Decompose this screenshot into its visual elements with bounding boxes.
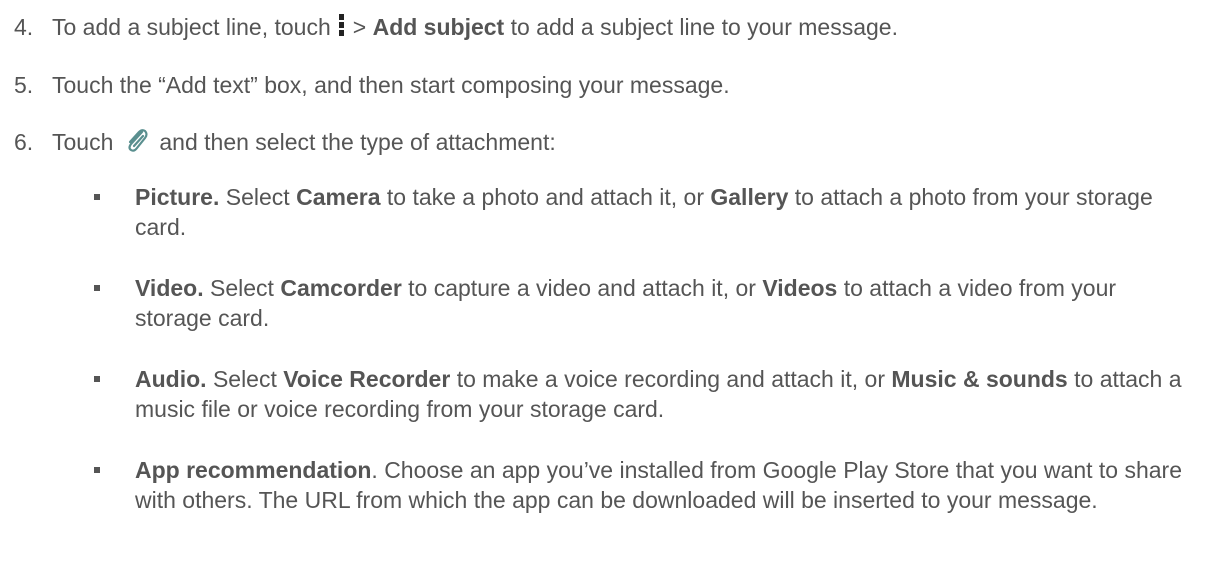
camera-label: Camera [296,184,381,210]
bullet-text: to capture a video and attach it, or [408,275,756,301]
step-text-continued: and then select the type of attachment: [159,129,556,155]
bullet-text: to take a photo and attach it, or [386,184,704,210]
step-text: Touch [52,129,114,155]
step-text-continued: to add a subject line to your message. [510,14,898,40]
step-number: 6. [14,129,34,155]
bullet-marker [94,273,108,303]
voice-recorder-label: Voice Recorder [283,366,451,392]
step-5: 5. Touch the “Add text” box, and then sta… [14,70,730,100]
camcorder-label: Camcorder [280,275,402,301]
step-number: 4. [14,14,34,40]
step-separator: > [352,14,367,40]
bullet-video: Video. Select Camcorder to capture a vid… [135,273,1195,333]
bullet-marker [94,455,108,485]
bullet-marker [94,182,108,212]
bullet-text: Select [210,275,274,301]
videos-label: Videos [762,275,838,301]
bullet-lead: App recommendation [135,457,372,483]
bullet-marker [94,364,108,394]
step-6: 6. Touch and then select the type of attac… [14,127,556,159]
bullet-lead: Picture. [135,184,220,210]
bullet-app-recommendation: App recommendation. Choose an app you’ve… [135,455,1195,515]
gallery-label: Gallery [710,184,789,210]
document-page: 4. To add a subject line, touch > Add subj… [0,0,1214,565]
step-text: To add a subject line, touch [52,14,331,40]
bullet-text: Select [212,366,277,392]
bullet-text: to make a voice recording and attach it,… [456,366,885,392]
music-sounds-label: Music & sounds [891,366,1068,392]
step-text: Touch the “Add text” box, and then start… [52,72,730,98]
paperclip-icon [121,126,151,156]
step-number: 5. [14,72,34,98]
add-subject-label: Add subject [372,14,505,40]
step-4: 4. To add a subject line, touch > Add subj… [14,12,898,42]
bullet-text: Select [225,184,290,210]
bullet-picture: Picture. Select Camera to take a photo a… [135,182,1195,242]
bullet-lead: Audio. [135,366,207,392]
bullet-audio: Audio. Select Voice Recorder to make a v… [135,364,1195,424]
more-options-icon [338,13,347,40]
bullet-lead: Video. [135,275,204,301]
